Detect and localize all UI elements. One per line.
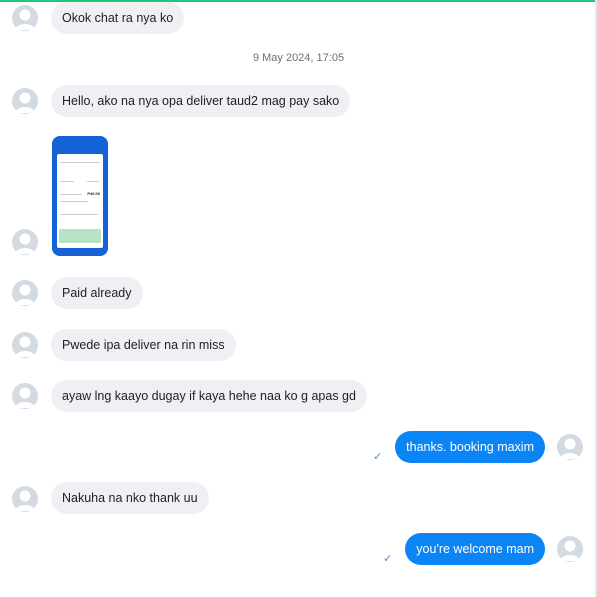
incoming-message: Pwede ipa deliver na rin miss xyxy=(51,329,236,361)
user-avatar-icon xyxy=(12,486,38,512)
user-avatar-icon xyxy=(12,332,38,358)
own-avatar-icon xyxy=(557,434,583,460)
payment-screenshot-image[interactable]: P40.00 xyxy=(52,136,108,256)
incoming-message: Hello, ako na nya opa deliver taud2 mag … xyxy=(51,85,351,117)
image-preview-screen: P40.00 xyxy=(57,154,103,248)
incoming-message: Nakuha na nko thank uu xyxy=(51,482,209,514)
outgoing-message: you're welcome mam xyxy=(405,533,545,565)
outgoing-message: thanks. booking maxim xyxy=(395,431,545,463)
date-separator: 9 May 2024, 17:05 xyxy=(252,52,345,64)
image-preview-amount: P40.00 xyxy=(87,191,100,196)
user-avatar-icon xyxy=(12,280,38,306)
incoming-message: Okok chat ra nya ko xyxy=(51,2,185,34)
user-avatar-icon xyxy=(12,88,38,114)
own-avatar-icon xyxy=(557,536,583,562)
delivered-checkmark-icon: ✓ xyxy=(383,553,393,565)
incoming-message: Paid already xyxy=(51,277,143,309)
incoming-message: ayaw lng kaayo dugay if kaya hehe naa ko… xyxy=(51,380,367,412)
user-avatar-icon xyxy=(12,229,38,255)
user-avatar-icon xyxy=(12,5,38,31)
image-preview-success-banner xyxy=(59,229,101,243)
delivered-checkmark-icon: ✓ xyxy=(373,451,383,463)
user-avatar-icon xyxy=(12,383,38,409)
